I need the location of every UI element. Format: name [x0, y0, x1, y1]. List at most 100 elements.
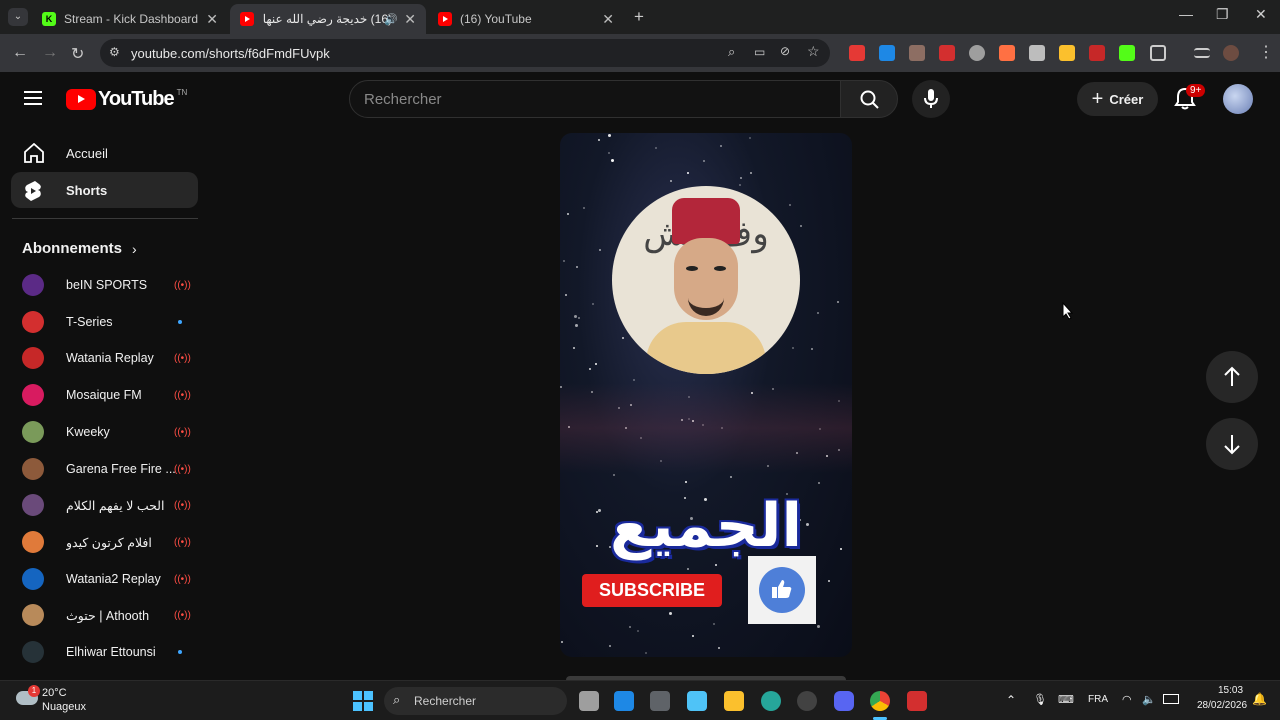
sidebar-subscription-item[interactable]: Mosaique FM ((•)): [22, 384, 192, 408]
extension-play-icon[interactable]: [1059, 45, 1075, 61]
extension-box-icon[interactable]: [1029, 45, 1045, 61]
cartoon-face: [674, 238, 738, 320]
tray-chevron-up-icon[interactable]: ⌃: [1006, 693, 1016, 707]
search-button[interactable]: [840, 80, 898, 118]
channel-avatar: [22, 641, 44, 663]
sidebar-subscription-item[interactable]: Watania Replay ((•)): [22, 347, 192, 371]
forward-arrow-icon[interactable]: →: [42, 44, 58, 62]
audio-playing-icon[interactable]: 🔊: [384, 13, 398, 26]
short-video-player[interactable]: وف الش الجميع SUBSCRIBE: [560, 133, 852, 657]
browser-menu-icon[interactable]: ⋮: [1258, 42, 1274, 62]
previous-short-button[interactable]: [1206, 351, 1258, 403]
channel-avatar: [22, 494, 44, 517]
youtube-header: YouTube TN Rechercher + Créer 9+: [0, 72, 1280, 128]
tab-youtube-home[interactable]: (16) YouTube ✕: [428, 4, 624, 34]
channel-name: T-Series: [66, 314, 113, 329]
microphone-icon: [924, 89, 938, 108]
unity-icon[interactable]: [650, 691, 670, 711]
vscode-icon[interactable]: [614, 691, 634, 711]
sidebar-subscription-item[interactable]: T-Series: [22, 310, 192, 335]
bookmark-star-icon[interactable]: ☆: [807, 43, 820, 60]
star: [687, 172, 689, 174]
zoom-icon[interactable]: ⌕: [728, 44, 735, 60]
live-indicator-icon: ((•)): [174, 610, 191, 622]
notification-center-icon[interactable]: 🔔: [1252, 692, 1267, 706]
notifications-button[interactable]: 9+: [1174, 84, 1206, 112]
channel-avatar-illustration: وف الش: [612, 186, 800, 374]
extension-person-icon[interactable]: [909, 45, 925, 61]
microsoft-store-icon[interactable]: [687, 691, 707, 711]
clock-time[interactable]: 15:03: [1218, 685, 1243, 696]
profile-avatar-icon[interactable]: [1223, 45, 1239, 61]
create-button[interactable]: + Créer: [1077, 82, 1158, 116]
extensions-puzzle-icon[interactable]: [1150, 45, 1166, 61]
youtube-favicon-icon: [240, 12, 254, 26]
sidebar-subscription-item[interactable]: الحب لا يفهم الكلام ((•)): [22, 494, 192, 518]
tab-youtube-short[interactable]: (16) خديجة رضي الله عنها وجا... 🔊 ✕: [230, 4, 426, 34]
extension-globe-icon[interactable]: [969, 45, 985, 61]
tab-title: Stream - Kick Dashboard: [64, 12, 199, 26]
sidebar-subscription-item[interactable]: beIN SPORTS ((•)): [22, 274, 192, 298]
tray-keyboard-icon[interactable]: ⌨: [1058, 693, 1074, 706]
input-language[interactable]: FRA: [1088, 694, 1108, 705]
tab-search-dropdown[interactable]: ⌄: [8, 8, 28, 26]
chrome-icon[interactable]: [870, 691, 890, 711]
extension-red-icon[interactable]: [849, 45, 865, 61]
media-control-icon[interactable]: [1194, 48, 1210, 58]
sidebar-subscription-item[interactable]: Elhiwar Ettounsi: [22, 641, 192, 665]
obs-icon[interactable]: [797, 691, 817, 711]
windows-start-icon[interactable]: [353, 691, 373, 711]
channel-avatar: [22, 347, 44, 370]
discord-icon[interactable]: [834, 691, 854, 711]
search-input[interactable]: Rechercher: [349, 80, 841, 118]
sidebar-subscription-item[interactable]: Garena Free Fire ... ((•)): [22, 457, 192, 482]
live-indicator-icon: ((•)): [174, 426, 191, 438]
url-text[interactable]: youtube.com/shorts/f6dFmdFUvpk: [131, 46, 330, 61]
new-content-dot: [178, 319, 182, 324]
file-explorer-icon[interactable]: [724, 691, 744, 711]
edge-icon[interactable]: [761, 691, 781, 711]
maximize-icon[interactable]: ❐: [1216, 6, 1229, 23]
new-tab-icon[interactable]: +: [634, 7, 644, 27]
reload-icon[interactable]: ↻: [71, 44, 84, 64]
sidebar-subscription-item[interactable]: Watania2 Replay ((•)): [22, 567, 192, 592]
hamburger-menu-icon[interactable]: [24, 91, 42, 105]
sidebar-item-shorts[interactable]: Shorts: [11, 172, 198, 208]
task-view-icon[interactable]: [579, 691, 599, 711]
sidebar-item-home[interactable]: Accueil: [11, 135, 198, 171]
battery-icon[interactable]: [1163, 694, 1179, 704]
close-icon[interactable]: ✕: [404, 11, 416, 28]
site-info-icon[interactable]: ⚙: [109, 45, 120, 59]
tab-kick-dashboard[interactable]: K Stream - Kick Dashboard ✕: [32, 4, 228, 34]
close-icon[interactable]: ✕: [602, 11, 614, 28]
clock-date[interactable]: 28/02/2026: [1197, 700, 1247, 711]
eye-hidden-icon[interactable]: ⊘: [780, 44, 790, 58]
window-close-icon[interactable]: ✕: [1255, 6, 1267, 23]
star: [718, 647, 720, 649]
extension-blue-icon[interactable]: [879, 45, 895, 61]
sidebar-subscription-item[interactable]: حتوث | Athooth ((•)): [22, 604, 192, 628]
close-icon[interactable]: ✕: [206, 11, 218, 28]
sidebar-subscription-item[interactable]: افلام كرتون كيدو ((•)): [22, 530, 192, 555]
extension-fire-icon[interactable]: [999, 45, 1015, 61]
volume-icon[interactable]: 🔈: [1142, 693, 1156, 706]
voice-search-button[interactable]: [912, 80, 950, 118]
weather-widget[interactable]: 1 20°C Nuageux: [14, 685, 114, 717]
sidebar-subscription-item[interactable]: Kweeky ((•)): [22, 420, 192, 445]
cast-icon[interactable]: ▭: [754, 45, 765, 59]
app-red-icon[interactable]: [907, 691, 927, 711]
wifi-icon[interactable]: ◠: [1122, 693, 1132, 706]
extension-badge-icon[interactable]: [1089, 45, 1105, 61]
taskbar-search[interactable]: ⌕ Rechercher: [384, 687, 567, 715]
back-arrow-icon[interactable]: ←: [12, 44, 28, 62]
extension-y-icon[interactable]: [939, 45, 955, 61]
youtube-logo[interactable]: YouTube TN: [66, 88, 187, 110]
tray-mic-icon[interactable]: 🎙: [1033, 693, 1047, 706]
star: [573, 347, 575, 349]
address-bar[interactable]: ⚙ youtube.com/shorts/f6dFmdFUvpk ⌕ ▭ ⊘ ☆: [100, 39, 830, 67]
minimize-icon[interactable]: —: [1179, 6, 1193, 22]
extension-kick-icon[interactable]: [1119, 45, 1135, 61]
account-avatar[interactable]: [1223, 84, 1253, 114]
subscriptions-header[interactable]: Abonnements ›: [22, 240, 137, 257]
next-short-button[interactable]: [1206, 418, 1258, 470]
